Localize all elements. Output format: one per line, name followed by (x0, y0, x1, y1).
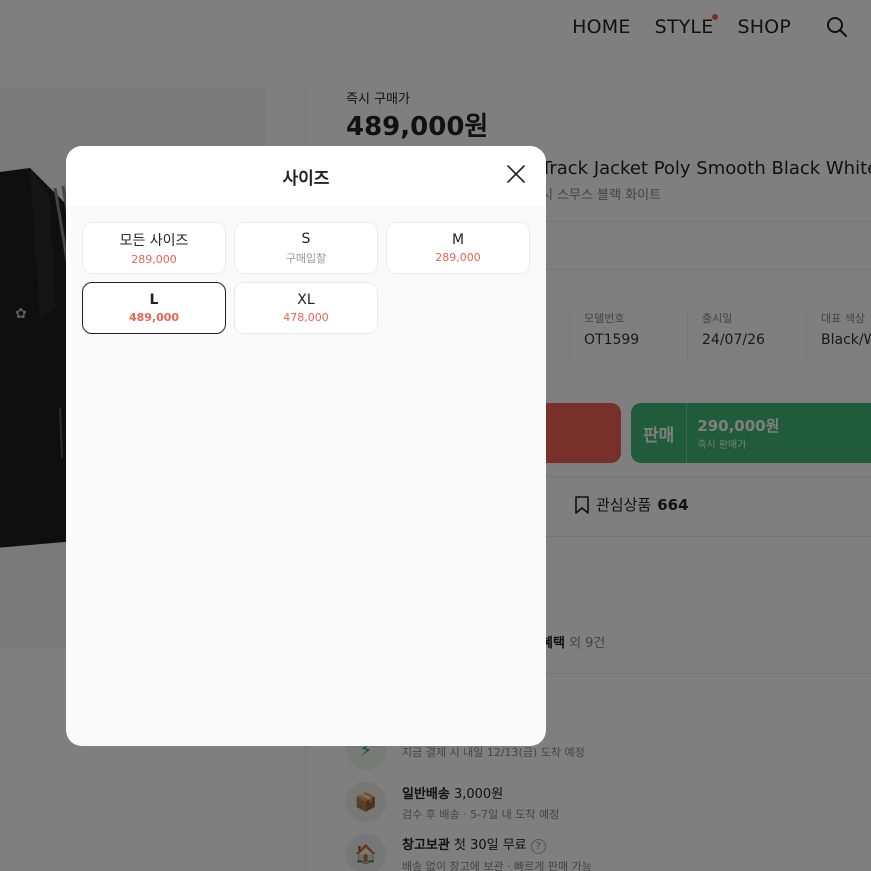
size-option-xl[interactable]: XL 478,000 (234, 282, 378, 334)
close-icon[interactable] (506, 164, 526, 184)
size-name: L (149, 292, 159, 308)
size-option-s[interactable]: S 구매입찰 (234, 222, 378, 274)
size-option-m[interactable]: M 289,000 (386, 222, 530, 274)
size-name: S (301, 230, 311, 247)
size-price: 구매입찰 (285, 251, 327, 265)
size-name: M (451, 232, 465, 248)
size-option-all[interactable]: 모든 사이즈 289,000 (82, 222, 226, 274)
size-modal: 사이즈 모든 사이즈 289,000 S 구매입찰 M 289,000 L 48… (66, 146, 546, 746)
size-price: 478,000 (283, 311, 329, 324)
size-price: 289,000 (435, 251, 481, 264)
size-grid: 모든 사이즈 289,000 S 구매입찰 M 289,000 L 489,00… (82, 222, 530, 334)
size-name: 모든 사이즈 (119, 233, 189, 249)
size-option-l[interactable]: L 489,000 (82, 282, 226, 334)
modal-header: 사이즈 (66, 146, 546, 206)
size-price: 489,000 (128, 311, 180, 324)
modal-title: 사이즈 (282, 168, 330, 189)
size-name: XL (297, 292, 315, 308)
size-price: 289,000 (131, 253, 177, 266)
